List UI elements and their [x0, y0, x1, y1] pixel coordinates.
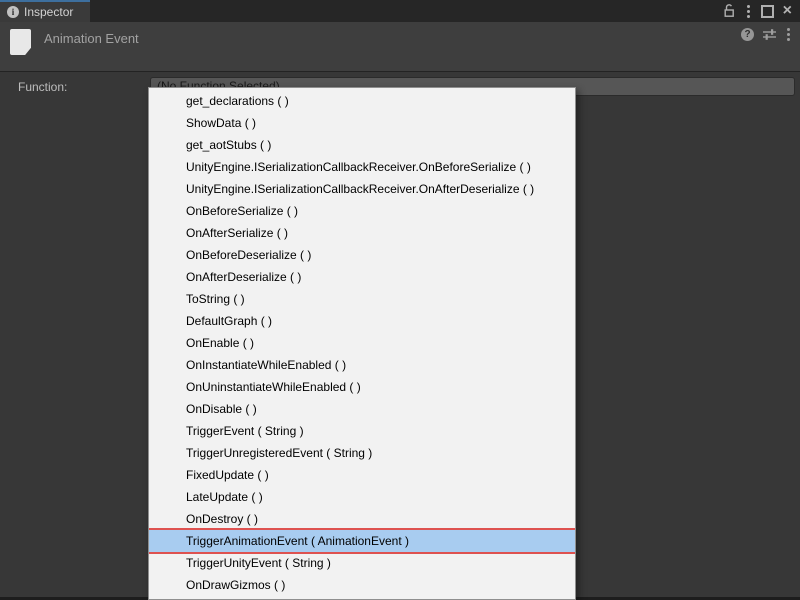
maximize-icon[interactable] — [761, 3, 774, 19]
asset-file-icon — [10, 29, 31, 55]
dropdown-item[interactable]: OnBeforeSerialize ( ) — [149, 200, 575, 222]
info-icon: i — [7, 6, 19, 18]
dropdown-item[interactable]: get_aotStubs ( ) — [149, 134, 575, 156]
dropdown-item[interactable]: OnAfterDeserialize ( ) — [149, 266, 575, 288]
dropdown-item[interactable]: OnEnable ( ) — [149, 332, 575, 354]
window-menu-icon[interactable] — [745, 3, 752, 19]
dropdown-item[interactable]: TriggerEvent ( String ) — [149, 420, 575, 442]
dropdown-item[interactable]: get_declarations ( ) — [149, 90, 575, 112]
header-menu-icon[interactable] — [785, 28, 792, 41]
dropdown-item[interactable]: OnAfterSerialize ( ) — [149, 222, 575, 244]
dropdown-item[interactable]: OnDisable ( ) — [149, 398, 575, 420]
dropdown-item[interactable]: OnDrawGizmos ( ) — [149, 574, 575, 596]
window-controls: × — [723, 0, 800, 22]
dropdown-item[interactable]: UnityEngine.ISerializationCallbackReceiv… — [149, 178, 575, 200]
dropdown-item[interactable]: OnUninstantiateWhileEnabled ( ) — [149, 376, 575, 398]
page-title: Animation Event — [44, 31, 139, 46]
help-icon[interactable]: ? — [741, 28, 754, 41]
dropdown-item[interactable]: ToString ( ) — [149, 288, 575, 310]
dropdown-item[interactable]: OnBeforeDeserialize ( ) — [149, 244, 575, 266]
dropdown-item[interactable]: TriggerAnimationEvent ( AnimationEvent ) — [149, 530, 575, 552]
inspector-header: Animation Event ? — [0, 22, 800, 72]
dropdown-item[interactable]: LateUpdate ( ) — [149, 486, 575, 508]
dropdown-item[interactable]: TriggerUnityEvent ( String ) — [149, 552, 575, 574]
dropdown-item[interactable]: OnInstantiateWhileEnabled ( ) — [149, 354, 575, 376]
dropdown-item[interactable]: TriggerUnregisteredEvent ( String ) — [149, 442, 575, 464]
presets-icon[interactable] — [763, 28, 776, 41]
function-dropdown-list: get_declarations ( )ShowData ( )get_aotS… — [148, 87, 576, 600]
dropdown-item[interactable]: FixedUpdate ( ) — [149, 464, 575, 486]
function-label: Function: — [18, 80, 67, 94]
tab-inspector[interactable]: i Inspector — [0, 0, 90, 22]
dropdown-item[interactable]: ShowData ( ) — [149, 112, 575, 134]
dropdown-item[interactable]: DefaultGraph ( ) — [149, 310, 575, 332]
unlock-icon[interactable] — [723, 3, 736, 19]
tab-label: Inspector — [24, 5, 73, 19]
tab-bar: i Inspector × — [0, 0, 800, 22]
dropdown-item[interactable]: UnityEngine.ISerializationCallbackReceiv… — [149, 156, 575, 178]
close-icon[interactable]: × — [783, 3, 792, 19]
header-controls: ? — [741, 28, 792, 41]
dropdown-item[interactable]: OnDestroy ( ) — [149, 508, 575, 530]
